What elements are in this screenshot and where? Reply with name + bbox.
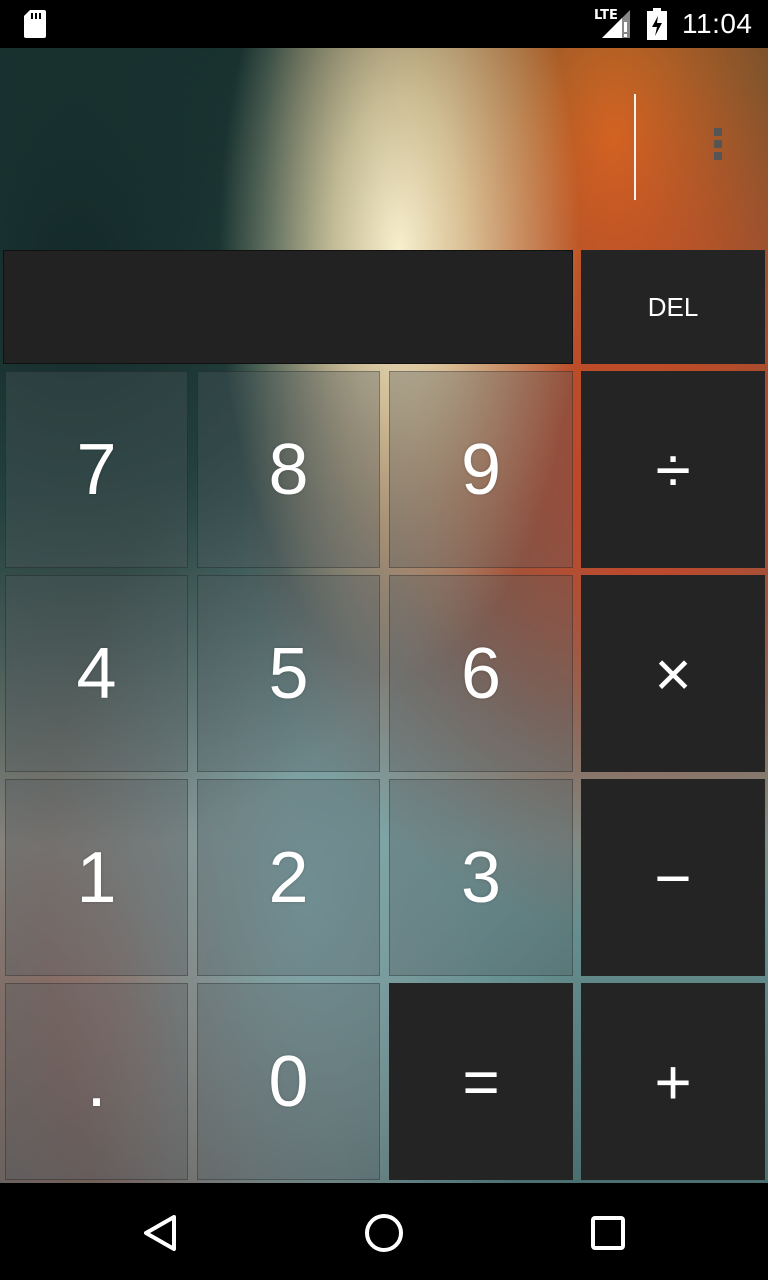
battery-charging-icon xyxy=(647,8,667,40)
digit-9-button[interactable]: 9 xyxy=(389,371,573,568)
status-bar: LTE 11:04 xyxy=(0,0,768,48)
clock: 11:04 xyxy=(682,8,753,39)
divide-button[interactable]: ÷ xyxy=(581,371,765,568)
digit-5-button[interactable]: 5 xyxy=(197,575,380,772)
sd-card-icon xyxy=(24,10,46,38)
calculator-app: DEL 7 8 9 ÷ 4 5 6 × 1 2 3 − . 0 = + xyxy=(0,48,768,1183)
delete-button[interactable]: DEL xyxy=(581,250,765,364)
plus-button[interactable]: + xyxy=(581,983,765,1180)
signal-icon xyxy=(602,10,630,38)
digit-2-button[interactable]: 2 xyxy=(197,779,380,976)
multiply-button[interactable]: × xyxy=(581,575,765,772)
digit-1-button[interactable]: 1 xyxy=(5,779,188,976)
digit-8-button[interactable]: 8 xyxy=(197,371,380,568)
overflow-menu-icon[interactable] xyxy=(712,128,724,168)
expression-display[interactable] xyxy=(3,250,573,364)
minus-button[interactable]: − xyxy=(581,779,765,976)
back-icon[interactable] xyxy=(136,1209,184,1257)
home-icon[interactable] xyxy=(360,1209,408,1257)
decimal-point-button[interactable]: . xyxy=(5,983,188,1180)
text-cursor xyxy=(634,94,636,200)
digit-3-button[interactable]: 3 xyxy=(389,779,573,976)
digit-7-button[interactable]: 7 xyxy=(5,371,188,568)
result-display xyxy=(0,48,768,248)
navigation-bar xyxy=(0,1183,768,1280)
digit-0-button[interactable]: 0 xyxy=(197,983,380,1180)
recents-icon[interactable] xyxy=(584,1209,632,1257)
digit-4-button[interactable]: 4 xyxy=(5,575,188,772)
equals-button[interactable]: = xyxy=(389,983,573,1180)
digit-6-button[interactable]: 6 xyxy=(389,575,573,772)
